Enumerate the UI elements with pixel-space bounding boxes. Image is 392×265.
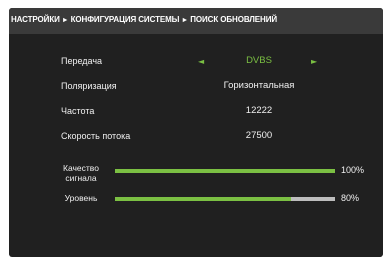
- signal-level-bar-fill: [115, 197, 291, 201]
- breadcrumb-item-settings[interactable]: НАСТРОЙКИ: [11, 15, 60, 24]
- arrow-right-icon[interactable]: ►: [311, 57, 317, 66]
- symbol-rate-value[interactable]: 27500: [184, 130, 334, 141]
- settings-screen: НАСТРОЙКИ ► КОНФИГУРАЦИЯ СИСТЕМЫ ► ПОИСК ОБН…: [9, 8, 383, 257]
- breadcrumb-separator-icon: ►: [181, 17, 189, 24]
- polarization-value[interactable]: Горизонтальная: [184, 80, 334, 91]
- signal-level-percent: 80%: [341, 193, 360, 203]
- signal-level-label: Уровень: [64, 193, 98, 203]
- screenshot-canvas: НАСТРОЙКИ ► КОНФИГУРАЦИЯ СИСТЕМЫ ► ПОИСК ОБН…: [0, 0, 392, 265]
- breadcrumb-separator-icon: ►: [61, 17, 69, 24]
- signal-quality-bar: [115, 169, 335, 173]
- polarization-label: Поляризация: [61, 81, 117, 91]
- transmission-label: Передача: [61, 56, 103, 66]
- signal-quality-percent: 100%: [341, 165, 365, 175]
- signal-quality-label-line2: сигнала: [65, 173, 97, 183]
- symbol-rate-label: Скорость потока: [61, 131, 131, 141]
- signal-quality-label-line1: Качество: [63, 163, 99, 173]
- header-bar: НАСТРОЙКИ ► КОНФИГУРАЦИЯ СИСТЕМЫ ► ПОИСК ОБН…: [9, 8, 383, 34]
- breadcrumb-item-system-config[interactable]: КОНФИГУРАЦИЯ СИСТЕМЫ: [71, 15, 180, 24]
- signal-quality-label: Качество сигнала: [61, 163, 101, 183]
- breadcrumb: НАСТРОЙКИ ► КОНФИГУРАЦИЯ СИСТЕМЫ ► ПОИСК ОБН…: [11, 15, 277, 24]
- frequency-value[interactable]: 12222: [184, 105, 334, 116]
- signal-level-bar: [115, 197, 335, 201]
- signal-quality-bar-fill: [115, 169, 335, 173]
- frequency-label: Частота: [61, 106, 95, 116]
- breadcrumb-item-update-search: ПОИСК ОБНОВЛЕНИЙ: [190, 15, 278, 24]
